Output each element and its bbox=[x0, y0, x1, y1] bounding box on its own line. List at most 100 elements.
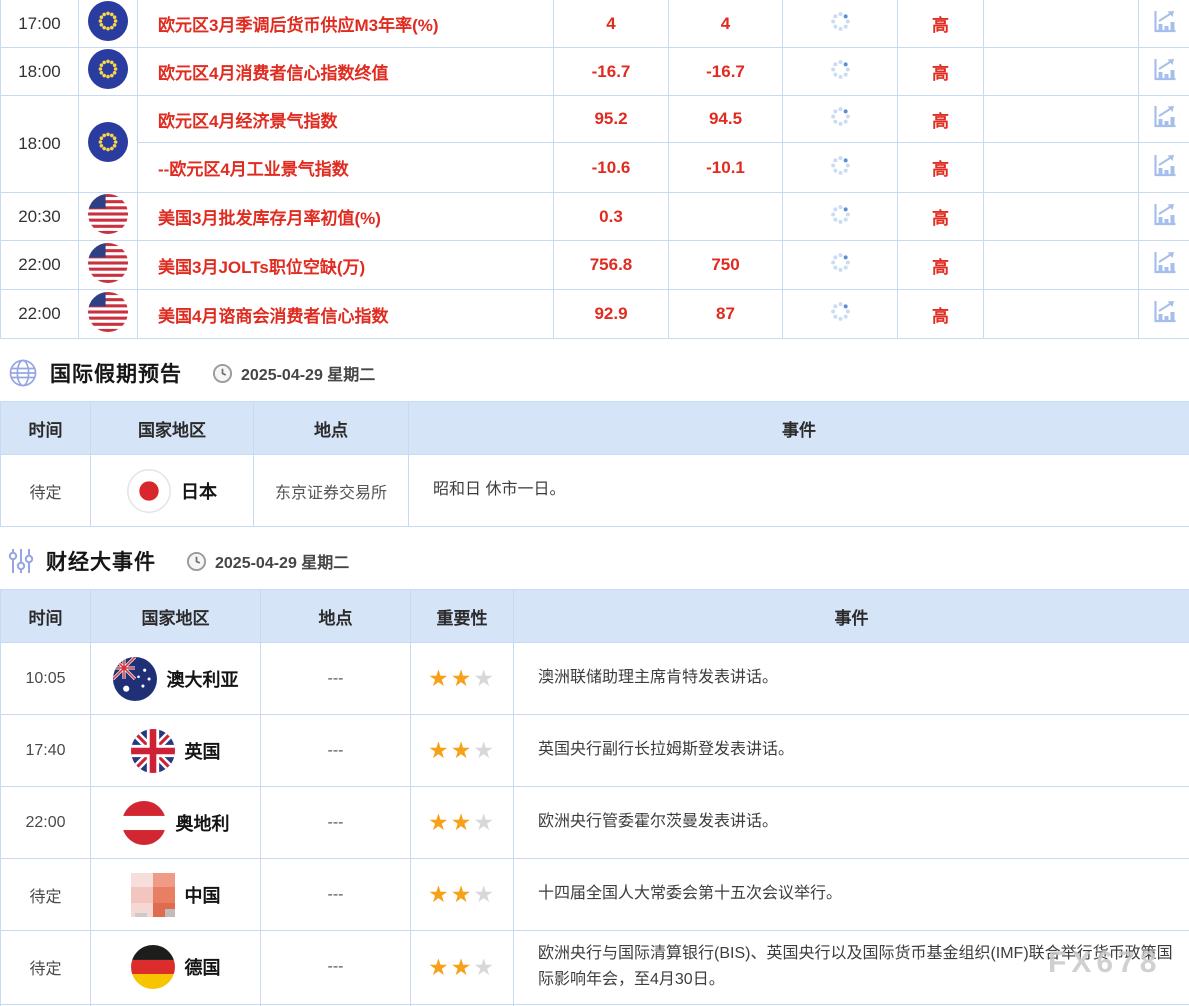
event-row: 待定德国---★★★欧洲央行与国际清算银行(BIS)、英国央行以及国际货币基金组… bbox=[1, 931, 1189, 1005]
star-empty-icon: ★ bbox=[473, 737, 496, 763]
events-table-body: 时间国家地区地点重要性事件10:05澳大利亚---★★★澳洲联储助理主席肯特发表… bbox=[1, 590, 1189, 1006]
star-empty-icon: ★ bbox=[473, 954, 496, 980]
history-chart-icon[interactable] bbox=[1151, 152, 1178, 179]
japan-flag-icon bbox=[127, 469, 171, 513]
uk-flag-icon bbox=[131, 729, 175, 773]
us-flag-icon bbox=[79, 290, 138, 339]
holiday-event: 昭和日 休市一日。 bbox=[409, 455, 1189, 527]
column-header: 地点 bbox=[254, 402, 409, 455]
us-flag-icon bbox=[79, 193, 138, 241]
star-filled-icon: ★ bbox=[451, 665, 474, 691]
event-location: --- bbox=[261, 787, 411, 859]
forecast-value: -16.7 bbox=[669, 48, 783, 96]
importance-stars: ★★★ bbox=[411, 859, 514, 931]
event-time: 22:00 bbox=[1, 241, 79, 290]
published-value-loading bbox=[783, 143, 898, 193]
event-location: --- bbox=[261, 715, 411, 787]
country-name: 奥地利 bbox=[176, 810, 230, 836]
column-header: 时间 bbox=[1, 402, 91, 455]
event-time: 22:00 bbox=[1, 787, 91, 859]
event-row: 17:40 英国---★★★英国央行副行长拉姆斯登发表讲话。 bbox=[1, 715, 1189, 787]
event-description: 欧洲央行管委霍尔茨曼发表讲话。 bbox=[514, 787, 1189, 859]
country-cell: 德国 bbox=[91, 931, 261, 1005]
economic-data-table: 17:00欧元区3月季调后货币供应M3年率(%)44高 18:00欧元区4月消费… bbox=[0, 0, 1189, 339]
country-cell: 奥地利 bbox=[91, 787, 261, 859]
economic-row: 20:30美国3月批发库存月率初值(%)0.3高 bbox=[1, 193, 1189, 241]
column-header: 国家地区 bbox=[91, 402, 254, 455]
country-name: 日本 bbox=[181, 478, 217, 504]
holiday-table-body: 时间国家地区地点事件待定 日本 东京证券交易所昭和日 休市一日。 bbox=[1, 402, 1189, 527]
event-time: 待定 bbox=[1, 931, 91, 1005]
empty-cell bbox=[984, 143, 1139, 193]
events-header-row: 时间国家地区地点重要性事件 bbox=[1, 590, 1189, 643]
previous-value: 756.8 bbox=[554, 241, 669, 290]
holiday-time: 待定 bbox=[1, 455, 91, 527]
country-name: 英国 bbox=[185, 738, 221, 764]
star-empty-icon: ★ bbox=[473, 665, 496, 691]
forecast-value: 94.5 bbox=[669, 96, 783, 143]
column-header: 事件 bbox=[409, 402, 1189, 455]
clock-icon bbox=[186, 551, 207, 572]
previous-value: 95.2 bbox=[554, 96, 669, 143]
published-value-loading bbox=[783, 290, 898, 339]
events-section-header: 财经大事件 2025-04-29 星期二 bbox=[0, 539, 1189, 583]
country-cell: 澳大利亚 bbox=[91, 643, 261, 715]
indicator-name: 欧元区4月经济景气指数 bbox=[138, 96, 554, 143]
event-location: --- bbox=[261, 931, 411, 1005]
event-time: 17:40 bbox=[1, 715, 91, 787]
importance-level: 高 bbox=[898, 143, 984, 193]
event-row: 10:05澳大利亚---★★★澳洲联储助理主席肯特发表讲话。 bbox=[1, 643, 1189, 715]
loading-spinner-icon bbox=[830, 212, 851, 229]
history-chart-icon[interactable] bbox=[1151, 249, 1178, 276]
economic-row: --欧元区4月工业景气指数-10.6-10.1高 bbox=[1, 143, 1189, 193]
event-location: --- bbox=[261, 859, 411, 931]
importance-stars: ★★★ bbox=[411, 715, 514, 787]
importance-level: 高 bbox=[898, 290, 984, 339]
star-empty-icon: ★ bbox=[473, 881, 496, 907]
history-chart-cell bbox=[1139, 193, 1189, 241]
column-header: 事件 bbox=[514, 590, 1189, 643]
history-chart-icon[interactable] bbox=[1151, 298, 1178, 325]
star-filled-icon: ★ bbox=[451, 737, 474, 763]
event-description: 澳洲联储助理主席肯特发表讲话。 bbox=[514, 643, 1189, 715]
history-chart-icon[interactable] bbox=[1151, 201, 1178, 228]
history-chart-cell bbox=[1139, 241, 1189, 290]
forecast-value: -10.1 bbox=[669, 143, 783, 193]
importance-level: 高 bbox=[898, 0, 984, 48]
loading-spinner-icon bbox=[830, 309, 851, 326]
star-filled-icon: ★ bbox=[428, 737, 451, 763]
event-location: --- bbox=[261, 643, 411, 715]
events-section-title: 财经大事件 bbox=[46, 546, 156, 576]
event-time: 22:00 bbox=[1, 290, 79, 339]
events-section-date: 2025-04-29 星期二 bbox=[215, 549, 349, 573]
loading-spinner-icon bbox=[830, 260, 851, 277]
star-filled-icon: ★ bbox=[428, 881, 451, 907]
eu-flag-icon bbox=[79, 48, 138, 96]
column-header: 时间 bbox=[1, 590, 91, 643]
column-header: 国家地区 bbox=[91, 590, 261, 643]
sliders-icon bbox=[8, 547, 34, 575]
country-name: 中国 bbox=[185, 882, 221, 908]
history-chart-icon[interactable] bbox=[1151, 8, 1178, 35]
empty-cell bbox=[984, 193, 1139, 241]
loading-spinner-icon bbox=[830, 163, 851, 180]
event-time: 18:00 bbox=[1, 96, 79, 193]
history-chart-icon[interactable] bbox=[1151, 56, 1178, 83]
star-filled-icon: ★ bbox=[428, 665, 451, 691]
history-chart-icon[interactable] bbox=[1151, 103, 1178, 130]
event-description: 英国央行副行长拉姆斯登发表讲话。 bbox=[514, 715, 1189, 787]
austria-flag-icon bbox=[122, 801, 166, 845]
indicator-name: --欧元区4月工业景气指数 bbox=[138, 143, 554, 193]
history-chart-cell bbox=[1139, 96, 1189, 143]
economic-row: 17:00欧元区3月季调后货币供应M3年率(%)44高 bbox=[1, 0, 1189, 48]
empty-cell bbox=[984, 0, 1139, 48]
forecast-value: 87 bbox=[669, 290, 783, 339]
loading-spinner-icon bbox=[830, 67, 851, 84]
eu-flag-icon bbox=[79, 96, 138, 193]
published-value-loading bbox=[783, 0, 898, 48]
clock-icon bbox=[212, 363, 233, 384]
forecast-value: 4 bbox=[669, 0, 783, 48]
financial-calendar-page: 17:00欧元区3月季调后货币供应M3年率(%)44高 18:00欧元区4月消费… bbox=[0, 0, 1189, 1006]
holiday-location: 东京证券交易所 bbox=[254, 455, 409, 527]
previous-value: 92.9 bbox=[554, 290, 669, 339]
